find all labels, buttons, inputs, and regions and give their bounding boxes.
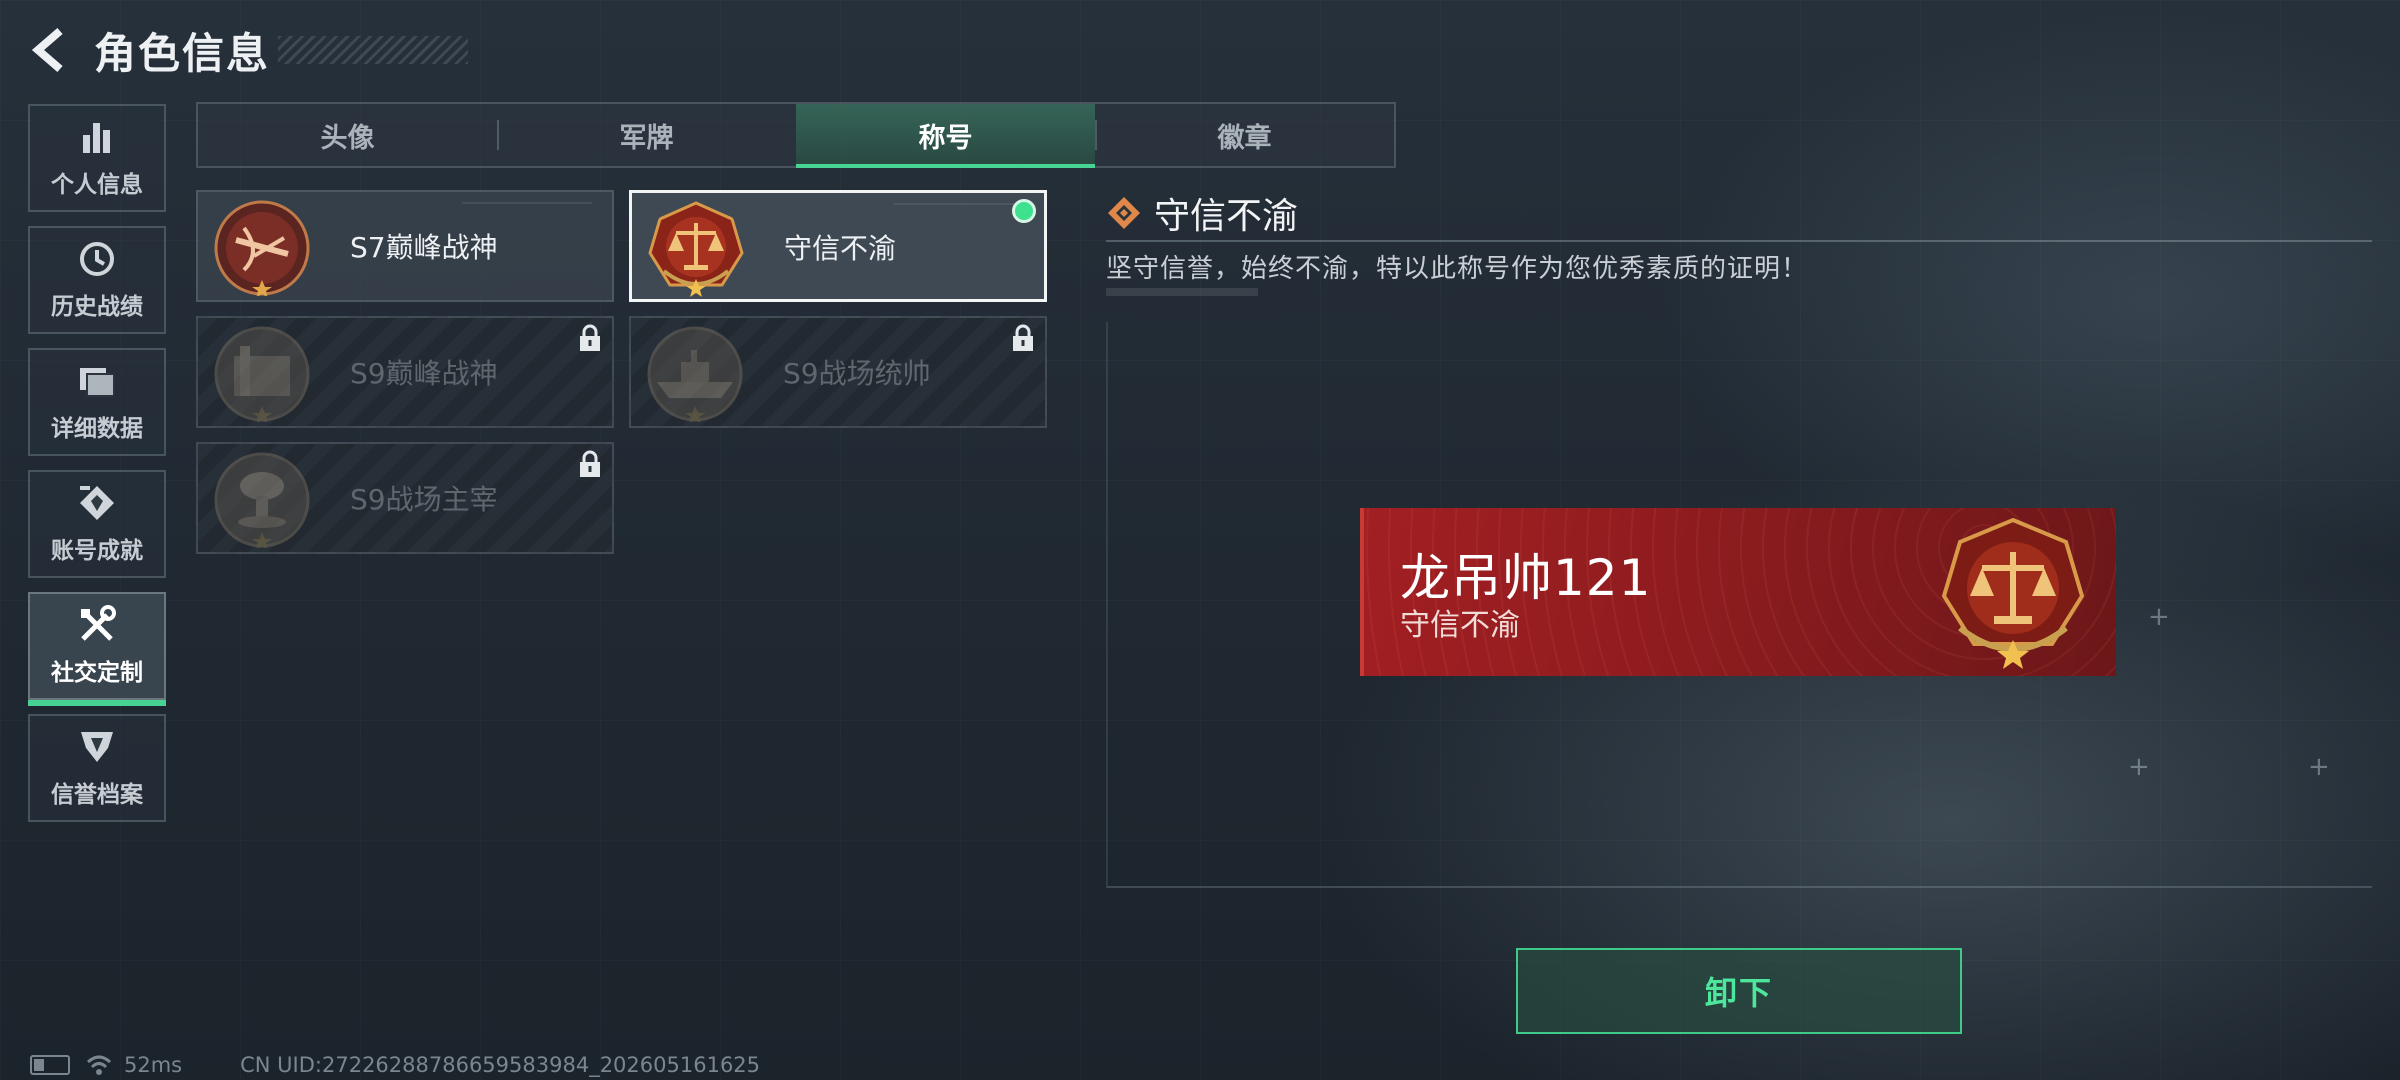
- card-decoration: [894, 203, 1024, 205]
- crosshair-marker: +: [2148, 602, 2170, 632]
- sidebar: 个人信息 历史战绩 详细数据 账号成就 社交定制 信誉档案: [28, 104, 166, 836]
- title-card-keep-faith[interactable]: 守信不渝: [629, 190, 1047, 302]
- title-card-s9-peak-god[interactable]: S9巅峰战神: [196, 316, 614, 428]
- tab-avatar[interactable]: 头像: [198, 104, 497, 166]
- equipped-indicator: [1012, 199, 1036, 223]
- achievement-icon: [77, 483, 117, 523]
- sidebar-item-details[interactable]: 详细数据: [28, 348, 166, 456]
- sidebar-item-label: 账号成就: [51, 538, 143, 564]
- fortress-medal-icon: [214, 326, 310, 422]
- sidebar-item-history[interactable]: 历史战绩: [28, 226, 166, 334]
- tab-dog-tag[interactable]: 军牌: [497, 104, 796, 166]
- sidebar-item-label: 历史战绩: [51, 294, 143, 320]
- title-card-label: S9巅峰战神: [350, 357, 498, 390]
- sidebar-item-reputation[interactable]: 信誉档案: [28, 714, 166, 822]
- shield-badge-icon: [77, 727, 117, 767]
- folder-icon: [77, 361, 117, 401]
- warship-medal-icon: [647, 326, 743, 422]
- title-decoration: [278, 36, 469, 64]
- sidebar-item-label: 信誉档案: [51, 782, 143, 808]
- status-footer: 52ms CN UID:272262887866595839​84_202605…: [30, 1050, 760, 1080]
- banner-title: 守信不渝: [1400, 608, 1520, 643]
- tab-badge[interactable]: 徽章: [1095, 104, 1394, 166]
- lock-icon: [580, 324, 600, 351]
- detail-title: 守信不渝: [1154, 196, 1299, 237]
- page-title: 角色信息: [94, 28, 271, 78]
- sidebar-item-social-custom[interactable]: 社交定制: [28, 592, 166, 706]
- sidebar-item-label: 个人信息: [51, 172, 143, 198]
- sidebar-item-achievements[interactable]: 账号成就: [28, 470, 166, 578]
- title-banner-preview: 龙吊帅121 守信不渝: [1360, 508, 2116, 676]
- scales-medal-icon: [648, 201, 744, 297]
- mushroom-cloud-medal-icon: [214, 452, 310, 548]
- crosshair-marker: +: [2308, 752, 2330, 782]
- back-arrow-icon: [31, 27, 63, 73]
- history-icon: [77, 239, 117, 279]
- page-header: 角色信息: [28, 22, 469, 78]
- lock-icon: [580, 450, 600, 477]
- category-tabs: 头像 军牌 称号 徽章: [196, 102, 1396, 168]
- title-card-s7-peak-god[interactable]: S7巅峰战神: [196, 190, 614, 302]
- lock-icon: [1013, 324, 1033, 351]
- user-uid: CN UID:272262887866595839​84_20260516162…: [240, 1053, 761, 1077]
- tools-icon: [77, 605, 117, 645]
- crossbow-medal-icon: [214, 200, 310, 296]
- detail-description: 坚守信誉，始终不渝，特以此称号作为您优秀素质的证明！: [1106, 254, 1809, 284]
- title-card-s9-battlefield-master[interactable]: S9战场主宰: [196, 442, 614, 554]
- detail-header: 守信不渝: [1106, 186, 2372, 242]
- title-card-label: S9战场统帅: [783, 357, 931, 390]
- back-button[interactable]: [28, 25, 72, 75]
- diamond-title-icon: [1108, 197, 1140, 229]
- ping-value: 52ms: [124, 1053, 183, 1077]
- scales-medal-icon: [1941, 517, 2085, 669]
- wifi-icon: [86, 1055, 112, 1075]
- battery-icon: [30, 1055, 70, 1075]
- title-card-label: S9战场主宰: [350, 483, 498, 516]
- title-card-s9-battlefield-commander[interactable]: S9战场统帅: [629, 316, 1047, 428]
- sidebar-item-profile[interactable]: 个人信息: [28, 104, 166, 212]
- unequip-button[interactable]: 卸下: [1516, 948, 1962, 1034]
- tab-title[interactable]: 称号: [796, 104, 1095, 168]
- sidebar-item-label: 社交定制: [51, 660, 143, 686]
- detail-decoration: [1106, 288, 1258, 296]
- bar-chart-icon: [77, 117, 117, 157]
- sidebar-item-label: 详细数据: [51, 416, 143, 442]
- unequip-button-label: 卸下: [1704, 974, 1773, 1012]
- title-card-label: 守信不渝: [784, 232, 897, 265]
- title-card-label: S7巅峰战神: [350, 231, 498, 264]
- crosshair-marker: +: [2128, 752, 2150, 782]
